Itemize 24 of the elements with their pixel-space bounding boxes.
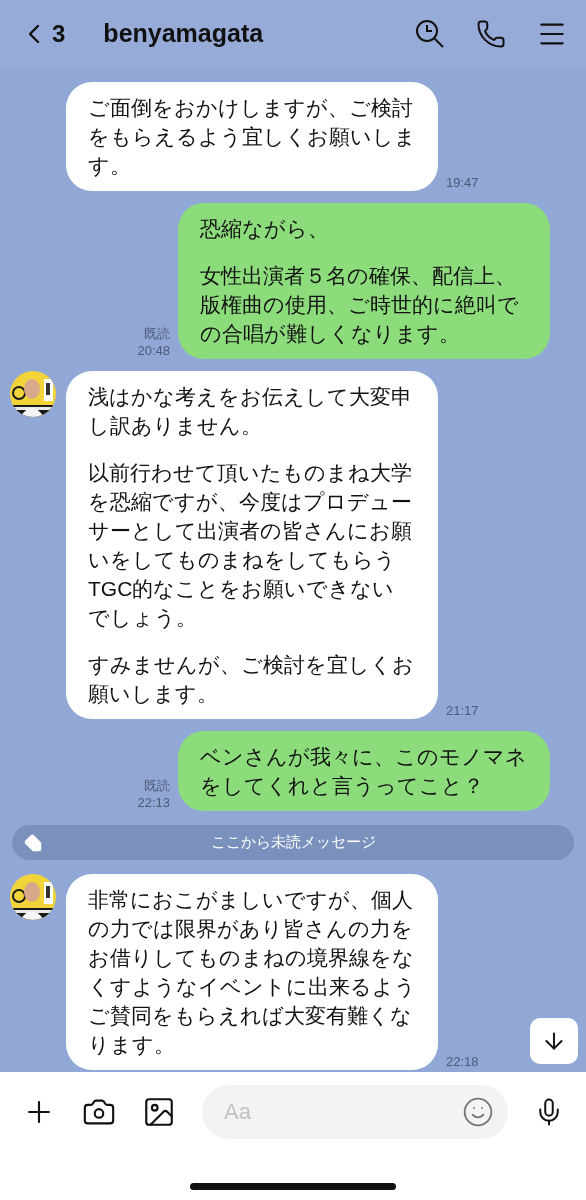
emoji-icon[interactable] (462, 1096, 494, 1128)
message-text: 浅はかな考えをお伝えして大変申し訳ありません。 (88, 384, 413, 439)
divider-text: ここから未読メッセージ (209, 832, 377, 853)
message-text: 以前行わせて頂いたものまね大学を恐縮ですが、今度はプロデューサーとして出演者の皆さんにお願いをしてものまねをしてもらうTGC的なことをお願いできないでしょう。 (88, 460, 413, 631)
read-receipt: 既読 (144, 777, 170, 794)
timestamp: 19:47 (446, 174, 479, 191)
scroll-down-button[interactable] (530, 1018, 578, 1064)
read-receipt: 既読 (144, 325, 170, 342)
phone-icon[interactable] (476, 19, 506, 49)
message-text: すみませんが、ご検討を宜しくお願いします。 (88, 652, 415, 707)
timestamp: 20:48 (137, 342, 170, 359)
back-button[interactable]: 3 (18, 16, 66, 52)
message-text: 恐縮ながら、 (200, 216, 330, 242)
timestamp: 22:18 (446, 1053, 479, 1070)
tag-icon (24, 833, 42, 852)
timestamp: 21:17 (446, 702, 479, 719)
message-text: 女性出演者５名の確保、配信上、版権曲の使用、ご時世的に絶叫での合唱が難しくなります。 (200, 263, 520, 347)
search-icon[interactable] (414, 18, 446, 50)
timestamp: 22:13 (137, 794, 170, 811)
chat-title: benyamagata (103, 18, 264, 50)
message-text: ご面倒をおかけしますが、ご検討をもらえるよう宜しくお願いします。 (88, 95, 416, 179)
message-text: ベンさんが我々に、このモノマネをしてくれと言うってこと？ (200, 744, 528, 799)
message-text: 非常におこがましいですが、個人の力では限界があり皆さんの力をお借りしてものまねの境界線をなくすようなイベントに出来るようご賛同をもらえれば大変有難くなります。 (88, 887, 416, 1058)
image-icon[interactable] (142, 1095, 176, 1129)
